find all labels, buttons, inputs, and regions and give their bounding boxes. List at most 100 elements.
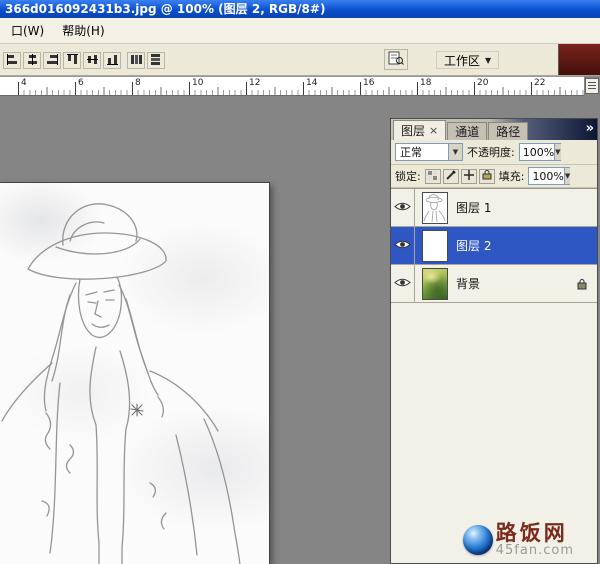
blend-opacity-row: 正常 ▼ 不透明度: 100% ▼ [391, 140, 597, 165]
file-browser-button[interactable] [384, 49, 408, 70]
chevron-down-icon: ▼ [554, 144, 560, 160]
panel-menu-icon[interactable]: » [586, 121, 594, 136]
fill-input[interactable]: 100% ▼ [528, 167, 570, 185]
watermark-site-name: 路饭网 [496, 522, 574, 544]
eye-icon [394, 239, 411, 253]
layer-thumbnail[interactable] [422, 230, 448, 262]
checkerboard-icon [428, 170, 437, 183]
watermark: 路饭网 45fan.com [463, 522, 574, 558]
ruler-number: 22 [534, 78, 545, 88]
palette-tab-strip: 图层 × 通道 路径 » [391, 119, 597, 140]
watermark-text: 路饭网 45fan.com [496, 522, 574, 558]
distribute-center-icon [151, 54, 162, 68]
align-h-center-button[interactable] [23, 52, 41, 69]
ruler-number: 20 [477, 78, 488, 88]
document-canvas[interactable] [0, 182, 270, 564]
opacity-input[interactable]: 100% ▼ [519, 143, 561, 161]
layers-panel: 图层 × 通道 路径 » 正常 ▼ 不透明度: 100% ▼ 锁定: [390, 118, 598, 564]
move-icon [464, 170, 474, 183]
chevron-down-icon: ▼ [485, 56, 491, 65]
tab-paths[interactable]: 路径 [488, 122, 528, 140]
options-bar: 工作区 ▼ [0, 44, 600, 76]
distribute-left-button[interactable] [127, 52, 145, 69]
ruler-number: 16 [363, 78, 374, 88]
opacity-value: 100% [523, 146, 554, 159]
visibility-toggle[interactable] [391, 265, 415, 302]
align-v-center-icon [87, 54, 98, 68]
distribute-left-icon [131, 54, 142, 68]
menu-item-window[interactable]: 口(W) [2, 21, 53, 41]
ruler-number: 8 [135, 78, 141, 88]
fill-value: 100% [532, 170, 563, 183]
thumbnail-sketch [423, 193, 447, 223]
watermark-site-url: 45fan.com [496, 544, 574, 558]
ruler-corner-button[interactable] [585, 78, 599, 94]
tab-label: 通道 [455, 124, 479, 140]
blend-mode-select[interactable]: 正常 ▼ [395, 143, 463, 161]
chevron-down-icon: ▼ [564, 168, 570, 184]
align-v-center-button[interactable] [83, 52, 101, 69]
align-left-button[interactable] [3, 52, 21, 69]
ruler-number: 6 [78, 78, 84, 88]
photoshop-window: 366d016092431b3.jpg @ 100% (图层 2, RGB/8#… [0, 0, 600, 564]
lock-image-button[interactable] [443, 169, 459, 184]
lock-toggle-group [425, 169, 495, 184]
ruler-number: 14 [306, 78, 317, 88]
layer-name: 图层 1 [456, 199, 491, 216]
workspace-label: 工作区 [444, 52, 480, 69]
layer-name: 图层 2 [456, 237, 491, 254]
list-lines-icon [588, 82, 596, 90]
file-browser-icon [388, 51, 404, 68]
horizontal-ruler[interactable]: 4 6 8 10 12 14 16 18 20 22 [0, 76, 584, 96]
fill-label: 填充: [499, 168, 525, 184]
visibility-toggle[interactable] [391, 189, 415, 226]
menu-item-help[interactable]: 帮助(H) [53, 21, 113, 41]
align-left-icon [7, 54, 18, 68]
tab-label: 路径 [496, 124, 520, 140]
eye-icon [394, 201, 411, 215]
ruler-number: 4 [21, 78, 27, 88]
tab-label: 图层 [401, 123, 425, 139]
align-vertical-group [63, 52, 121, 69]
chevron-down-icon: ▼ [448, 144, 462, 160]
lock-all-button[interactable] [479, 169, 495, 184]
background-lock-icon [577, 278, 587, 290]
lock-position-button[interactable] [461, 169, 477, 184]
visibility-toggle[interactable] [391, 227, 415, 264]
layer-name: 背景 [456, 275, 480, 292]
workspace-button[interactable]: 工作区 ▼ [436, 51, 499, 69]
ruler-number: 12 [249, 78, 260, 88]
layer-thumbnail[interactable] [422, 268, 448, 300]
align-top-button[interactable] [63, 52, 81, 69]
lock-label: 锁定: [395, 168, 421, 184]
align-bottom-button[interactable] [103, 52, 121, 69]
eye-icon [394, 277, 411, 291]
align-top-icon [67, 54, 78, 68]
layer-row[interactable]: 背景 [391, 265, 597, 303]
menu-bar: 口(W) 帮助(H) [0, 18, 600, 44]
brush-icon [446, 170, 456, 183]
tab-channels[interactable]: 通道 [447, 122, 487, 140]
ruler-number: 10 [192, 78, 203, 88]
align-button-group [3, 52, 61, 69]
document-title-bar[interactable]: 366d016092431b3.jpg @ 100% (图层 2, RGB/8#… [0, 0, 600, 18]
watermark-logo-ball [463, 525, 493, 555]
distribute-center-button[interactable] [147, 52, 165, 69]
layer-thumbnail[interactable] [422, 192, 448, 224]
distribute-group [127, 52, 165, 69]
tab-layers[interactable]: 图层 × [393, 120, 446, 140]
opacity-label: 不透明度: [467, 144, 515, 160]
align-bottom-icon [107, 54, 118, 68]
sketch-artwork [0, 183, 270, 564]
layer-row[interactable]: 图层 2 [391, 227, 597, 265]
tab-close-icon[interactable]: × [429, 123, 438, 139]
lock-icon [482, 169, 492, 183]
lock-transparency-button[interactable] [425, 169, 441, 184]
align-right-icon [47, 54, 58, 68]
align-right-button[interactable] [43, 52, 61, 69]
layer-list: 图层 1 图层 2 背景 [391, 188, 597, 563]
blend-mode-value: 正常 [400, 144, 422, 160]
layer-row[interactable]: 图层 1 [391, 189, 597, 227]
palette-well [558, 44, 600, 75]
lock-fill-row: 锁定: 填充: 100% ▼ [391, 165, 597, 188]
